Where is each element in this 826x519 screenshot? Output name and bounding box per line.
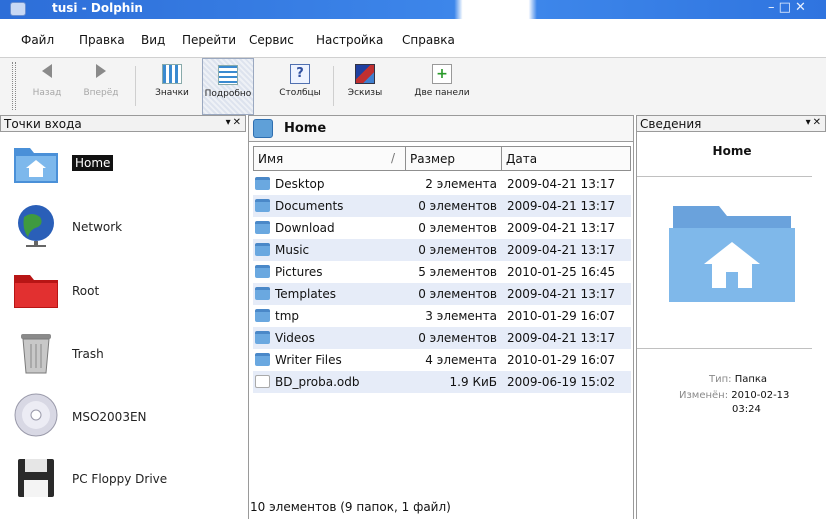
columns-view-button[interactable]: ? Столбцы bbox=[274, 58, 326, 115]
places-panel: Home Network Root Trash MSO2003EN PC Flo… bbox=[0, 135, 246, 519]
place-home[interactable]: Home bbox=[0, 135, 246, 195]
menu-settings[interactable]: Настройка bbox=[316, 33, 383, 47]
file-row[interactable]: Music 0 элементов 2009-04-21 13:17 bbox=[253, 239, 631, 261]
main-toolbar: Назад Вперёд Значки Подробно ? Столбцы Э… bbox=[0, 58, 826, 115]
icons-view-button[interactable]: Значки bbox=[146, 58, 198, 115]
menu-go[interactable]: Перейти bbox=[182, 33, 236, 47]
column-name[interactable]: Имя / bbox=[254, 147, 406, 170]
status-bar: 10 элементов (9 папок, 1 файл) bbox=[250, 500, 451, 514]
file-row[interactable]: Desktop 2 элемента 2009-04-21 13:17 bbox=[253, 173, 631, 195]
home-folder-preview-icon bbox=[667, 198, 797, 306]
location-title: Home bbox=[284, 121, 327, 136]
folder-icon bbox=[255, 287, 270, 300]
menu-view[interactable]: Вид bbox=[141, 33, 165, 47]
menu-tools[interactable]: Сервис bbox=[249, 33, 294, 47]
place-network[interactable]: Network bbox=[0, 198, 246, 258]
file-list: Имя / Размер Дата Desktop 2 элемента 2009… bbox=[248, 142, 634, 519]
menu-bar: Файл Правка Вид Перейти Сервис Настройка… bbox=[0, 24, 826, 58]
arrow-right-icon bbox=[91, 64, 111, 84]
info-title: Home bbox=[712, 144, 752, 158]
folder-icon bbox=[255, 353, 270, 366]
folder-icon bbox=[255, 199, 270, 212]
panel-buttons[interactable]: ▾✕ bbox=[226, 117, 243, 128]
file-row[interactable]: Writer Files 4 элемента 2010-01-29 16:07 bbox=[253, 349, 631, 371]
previews-button[interactable]: Эскизы bbox=[340, 58, 390, 115]
info-type: Тип: Папка bbox=[709, 374, 768, 385]
folder-icon bbox=[255, 177, 270, 190]
place-cdrom[interactable]: MSO2003EN bbox=[0, 388, 246, 448]
file-row[interactable]: Download 0 элементов 2009-04-21 13:17 bbox=[253, 217, 631, 239]
help-columns-icon: ? bbox=[290, 64, 310, 84]
info-modified-time: 03:24 bbox=[732, 404, 761, 415]
arrow-left-icon bbox=[37, 64, 57, 84]
floppy-disk-icon bbox=[12, 453, 60, 501]
file-row[interactable]: Templates 0 элементов 2009-04-21 13:17 bbox=[253, 283, 631, 305]
previews-icon bbox=[355, 64, 375, 84]
menu-file[interactable]: Файл bbox=[21, 33, 54, 47]
toolbar-handle[interactable] bbox=[12, 62, 16, 110]
divider bbox=[637, 348, 812, 349]
info-panel-title: Сведения bbox=[640, 117, 702, 131]
window-title: tusi - Dolphin bbox=[52, 1, 143, 15]
title-bar: tusi - Dolphin – □ ✕ bbox=[0, 0, 826, 19]
place-floppy[interactable]: PC Floppy Drive bbox=[0, 450, 246, 510]
home-folder-icon bbox=[12, 138, 60, 186]
menu-edit[interactable]: Правка bbox=[79, 33, 125, 47]
file-row[interactable]: tmp 3 элемента 2010-01-29 16:07 bbox=[253, 305, 631, 327]
toolbar-separator bbox=[333, 66, 334, 106]
details-view-icon bbox=[218, 65, 238, 85]
split-view-button[interactable]: + Две панели bbox=[412, 58, 472, 115]
folder-icon bbox=[255, 265, 270, 278]
place-root[interactable]: Root bbox=[0, 262, 246, 322]
folder-icon bbox=[255, 309, 270, 322]
split-view-icon: + bbox=[432, 64, 452, 84]
forward-button[interactable]: Вперёд bbox=[76, 58, 126, 115]
file-row[interactable]: Pictures 5 элементов 2010-01-25 16:45 bbox=[253, 261, 631, 283]
database-file-icon bbox=[255, 375, 270, 388]
places-panel-header: Точки входа ▾✕ bbox=[0, 115, 246, 132]
back-button[interactable]: Назад bbox=[24, 58, 70, 115]
toolbar-separator bbox=[135, 66, 136, 106]
info-panel: Home Тип: Папка Изменён: 2010-02-13 03:2… bbox=[636, 132, 826, 519]
menu-help[interactable]: Справка bbox=[402, 33, 455, 47]
folder-icon bbox=[255, 331, 270, 344]
dolphin-app-icon[interactable] bbox=[10, 2, 26, 16]
network-globe-icon bbox=[12, 201, 60, 249]
trash-icon bbox=[12, 328, 60, 376]
sort-indicator-icon: / bbox=[390, 151, 395, 165]
places-panel-title: Точки входа bbox=[4, 117, 82, 131]
column-date[interactable]: Дата bbox=[502, 147, 630, 170]
panel-buttons[interactable]: ▾✕ bbox=[806, 117, 823, 128]
icons-view-icon bbox=[162, 64, 182, 84]
details-view-button[interactable]: Подробно bbox=[202, 58, 254, 115]
file-row[interactable]: BD_proba.odb 1.9 КиБ 2009-06-19 15:02 bbox=[253, 371, 631, 393]
root-folder-icon bbox=[12, 265, 60, 313]
file-row[interactable]: Videos 0 элементов 2009-04-21 13:17 bbox=[253, 327, 631, 349]
location-header: Home bbox=[248, 115, 634, 142]
file-row[interactable]: Documents 0 элементов 2009-04-21 13:17 bbox=[253, 195, 631, 217]
info-panel-header: Сведения ▾✕ bbox=[636, 115, 826, 132]
folder-icon bbox=[255, 243, 270, 256]
column-header: Имя / Размер Дата bbox=[253, 146, 631, 171]
column-size[interactable]: Размер bbox=[406, 147, 502, 170]
cdrom-disc-icon bbox=[12, 391, 60, 439]
window-controls[interactable]: – □ ✕ bbox=[768, 0, 806, 15]
home-icon bbox=[253, 119, 273, 138]
info-modified: Изменён: 2010-02-13 bbox=[679, 390, 790, 401]
divider bbox=[637, 176, 812, 177]
place-trash[interactable]: Trash bbox=[0, 325, 246, 385]
folder-icon bbox=[255, 221, 270, 234]
